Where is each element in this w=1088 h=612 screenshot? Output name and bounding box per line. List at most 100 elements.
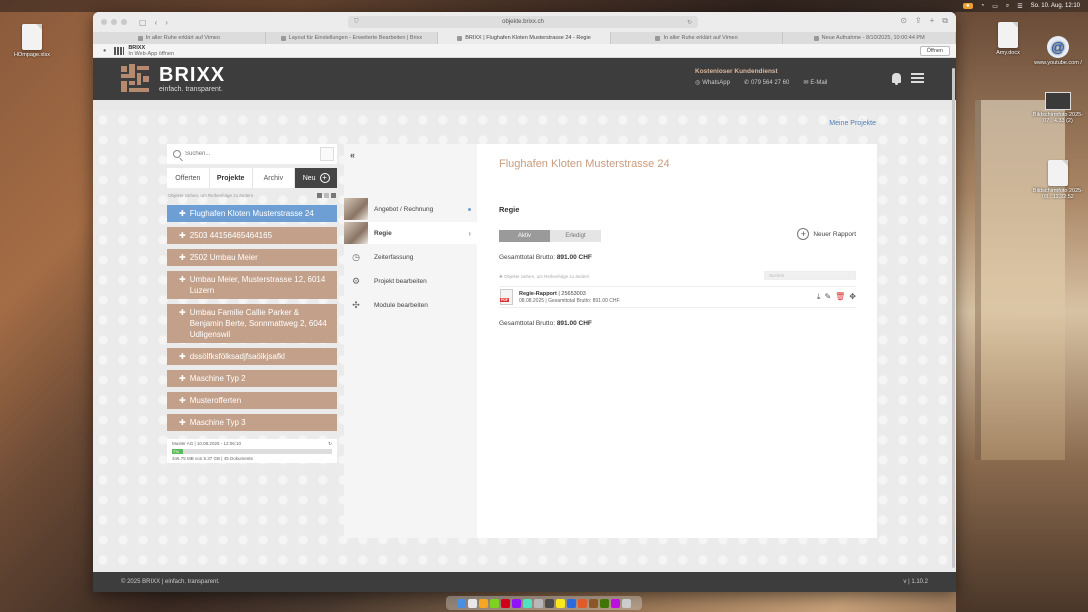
search-icon[interactable]: ⌕ bbox=[1006, 3, 1009, 10]
report-title: Regie-Rapport bbox=[519, 290, 557, 297]
view-compact-icon[interactable] bbox=[317, 192, 322, 198]
nav-angebot-rechnung[interactable]: Angebot / Rechnung bbox=[344, 198, 477, 220]
project-item[interactable]: ✚ Flughafen Kloten Musterstrasse 24 bbox=[167, 205, 337, 222]
browser-tab[interactable]: In aller Ruhe erklärt auf Vimeo bbox=[93, 32, 266, 44]
dock-app-icon[interactable] bbox=[501, 598, 510, 608]
dock-app-icon[interactable] bbox=[479, 598, 488, 608]
project-item[interactable]: ✚ Musterofferten bbox=[167, 392, 337, 409]
dock-app-icon[interactable] bbox=[468, 598, 477, 608]
dock-app-icon[interactable] bbox=[545, 598, 554, 608]
menubar-clock[interactable]: So. 10. Aug. 12:10 bbox=[1031, 3, 1080, 9]
regie-photo-thumbnail bbox=[344, 222, 368, 244]
dock-app-icon[interactable] bbox=[611, 598, 620, 608]
whatsapp-link[interactable]: ◎ WhatsApp bbox=[695, 79, 730, 87]
address-bar[interactable]: ⛉ objekte.brixx.ch ↻ bbox=[348, 16, 698, 28]
desktop-icon-screenshot-2[interactable]: Bildschirmfoto 2025-08...11.22.52 bbox=[1026, 160, 1088, 200]
tab-offerten[interactable]: Offerten bbox=[167, 168, 210, 188]
open-web-app-button[interactable]: Öffnen bbox=[919, 46, 950, 56]
report-row[interactable]: Regie-Rapport | 25653003 08.08.2025 | Ge… bbox=[499, 286, 856, 308]
dock-app-icon[interactable] bbox=[578, 598, 587, 608]
download-icon[interactable]: ⤓ bbox=[817, 292, 821, 302]
menu-bar: ● ◔ ▭ ⌕ ☰ So. 10. Aug. 12:10 bbox=[0, 0, 1088, 12]
browser-tab-active[interactable]: BRIXX | Flughafen Kloten Musterstrasse 2… bbox=[438, 32, 611, 44]
wifi-icon[interactable]: ◔ bbox=[981, 3, 985, 9]
chevron-right-icon: › bbox=[468, 228, 471, 238]
view-list-icon[interactable] bbox=[331, 192, 336, 198]
new-report-button[interactable]: + Neuer Rapport bbox=[797, 228, 856, 240]
tab-projekte[interactable]: Projekte bbox=[210, 168, 253, 188]
nav-zeiterfassung[interactable]: ◷ Zeiterfassung bbox=[344, 246, 477, 268]
delete-trash-icon[interactable]: 🗑 bbox=[835, 292, 845, 302]
search-options-button[interactable] bbox=[320, 147, 334, 161]
report-filter-input[interactable]: Suchen bbox=[764, 271, 856, 280]
nav-projekt-bearbeiten[interactable]: ⚙ Projekt bearbeiten bbox=[344, 270, 477, 292]
view-grid-icon[interactable] bbox=[324, 192, 329, 198]
browser-tab[interactable]: Layout für Einstellungen - Erweiterte Be… bbox=[266, 32, 439, 44]
download-icon[interactable]: ⊙ bbox=[900, 16, 907, 26]
project-item[interactable]: ✚ Maschine Typ 3 bbox=[167, 414, 337, 431]
zoom-window-button[interactable] bbox=[121, 19, 127, 25]
desktop-icon-screenshot-1[interactable]: Bildschirmfoto 2025-07...4.33 (2) bbox=[1026, 92, 1088, 124]
browser-tab[interactable]: Neue Aufnahme - 8/10/2025, 10:00:44 PM bbox=[783, 32, 956, 44]
app-content: Meine Projekte Offerten Projekte Archiv … bbox=[93, 110, 956, 572]
dock-app-icon[interactable] bbox=[490, 598, 499, 608]
nav-regie[interactable]: Regie › bbox=[344, 222, 477, 244]
recording-indicator-icon[interactable]: ● bbox=[962, 3, 973, 9]
my-projects-link[interactable]: Meine Projekte bbox=[829, 120, 876, 127]
control-center-icon[interactable]: ☰ bbox=[1017, 3, 1022, 10]
dock-app-icon[interactable] bbox=[589, 598, 598, 608]
project-panel: « Angebot / Rechnung Regie › ◷ Zeiterfas… bbox=[344, 144, 877, 538]
brixx-favicon-icon bbox=[280, 35, 286, 41]
nav-module-bearbeiten[interactable]: ✣ Module bearbeiten bbox=[344, 294, 477, 316]
dock-app-icon[interactable] bbox=[534, 598, 543, 608]
back-icon[interactable]: ‹ bbox=[155, 18, 158, 27]
notification-bell-icon[interactable] bbox=[892, 73, 901, 85]
expand-plus-icon: ✚ bbox=[179, 231, 186, 240]
dock-app-icon[interactable] bbox=[512, 598, 521, 608]
forward-icon[interactable]: › bbox=[165, 18, 168, 27]
email-link[interactable]: ✉ E-Mail bbox=[803, 79, 827, 87]
phone-link[interactable]: ✆ 079 564 27 60 bbox=[743, 79, 789, 87]
hamburger-menu-icon[interactable] bbox=[911, 73, 924, 83]
brand-logo[interactable]: BRIXX einfach. transparent. bbox=[121, 64, 225, 94]
tab-aktiv[interactable]: Aktiv bbox=[499, 230, 550, 242]
dock-app-icon[interactable] bbox=[523, 598, 532, 608]
project-item[interactable]: ✚ Umbau Meier, Musterstrasse 12, 6014 Luz… bbox=[167, 271, 337, 299]
minimize-window-button[interactable] bbox=[111, 19, 117, 25]
project-item[interactable]: ✚ Umbau Familie Callie Parker & Benjamin … bbox=[167, 304, 337, 343]
puzzle-icon: ✣ bbox=[352, 299, 360, 310]
share-icon[interactable]: ⇪ bbox=[915, 16, 922, 26]
desktop-icon-hompage[interactable]: HOmpage.xlsx bbox=[0, 24, 64, 58]
new-tab-icon[interactable]: + bbox=[930, 16, 935, 26]
browser-tab[interactable]: In aller Ruhe erklärt auf Vimeo bbox=[611, 32, 784, 44]
dock-trash-icon[interactable] bbox=[622, 598, 631, 608]
tab-overview-icon[interactable]: ⧉ bbox=[942, 16, 948, 26]
dock-app-icon[interactable] bbox=[600, 598, 609, 608]
phone-icon: ✆ bbox=[743, 80, 749, 86]
edit-pencil-icon[interactable]: ✎ bbox=[824, 292, 831, 302]
vimeo-favicon-icon bbox=[137, 35, 143, 41]
battery-icon[interactable]: ▭ bbox=[992, 3, 998, 10]
expand-plus-icon: ✚ bbox=[179, 308, 186, 317]
tab-archiv[interactable]: Archiv bbox=[253, 168, 296, 188]
sidebar-toggle-icon[interactable]: ▢ bbox=[139, 18, 147, 27]
new-project-button[interactable]: Neu + bbox=[295, 168, 337, 188]
project-search-input[interactable] bbox=[185, 151, 305, 157]
section-title: Regie bbox=[499, 205, 520, 214]
move-arrows-icon[interactable]: ✥ bbox=[849, 292, 856, 302]
desktop-icon-youtube[interactable]: @ www.youtube.com / bbox=[1026, 36, 1088, 66]
project-item[interactable]: ✚ dssölfksfölksadjfsaölkjsafkl bbox=[167, 348, 337, 365]
project-item[interactable]: ✚ 2502 Umbau Meier bbox=[167, 249, 337, 266]
tab-erledigt[interactable]: Erledigt bbox=[550, 230, 601, 242]
reload-icon[interactable]: ↻ bbox=[687, 19, 692, 26]
close-window-button[interactable] bbox=[101, 19, 107, 25]
refresh-icon[interactable]: ↻ bbox=[328, 441, 332, 447]
project-item[interactable]: ✚ Maschine Typ 2 bbox=[167, 370, 337, 387]
page-scrollbar[interactable] bbox=[951, 68, 956, 588]
dock-app-icon[interactable] bbox=[567, 598, 576, 608]
collapse-double-chevron-icon[interactable]: « bbox=[350, 150, 355, 160]
project-item[interactable]: ✚ 2503 44156465464165 bbox=[167, 227, 337, 244]
dock-app-icon[interactable] bbox=[457, 598, 466, 608]
pdf-file-icon[interactable] bbox=[500, 289, 513, 305]
dock-app-icon[interactable] bbox=[556, 598, 565, 608]
